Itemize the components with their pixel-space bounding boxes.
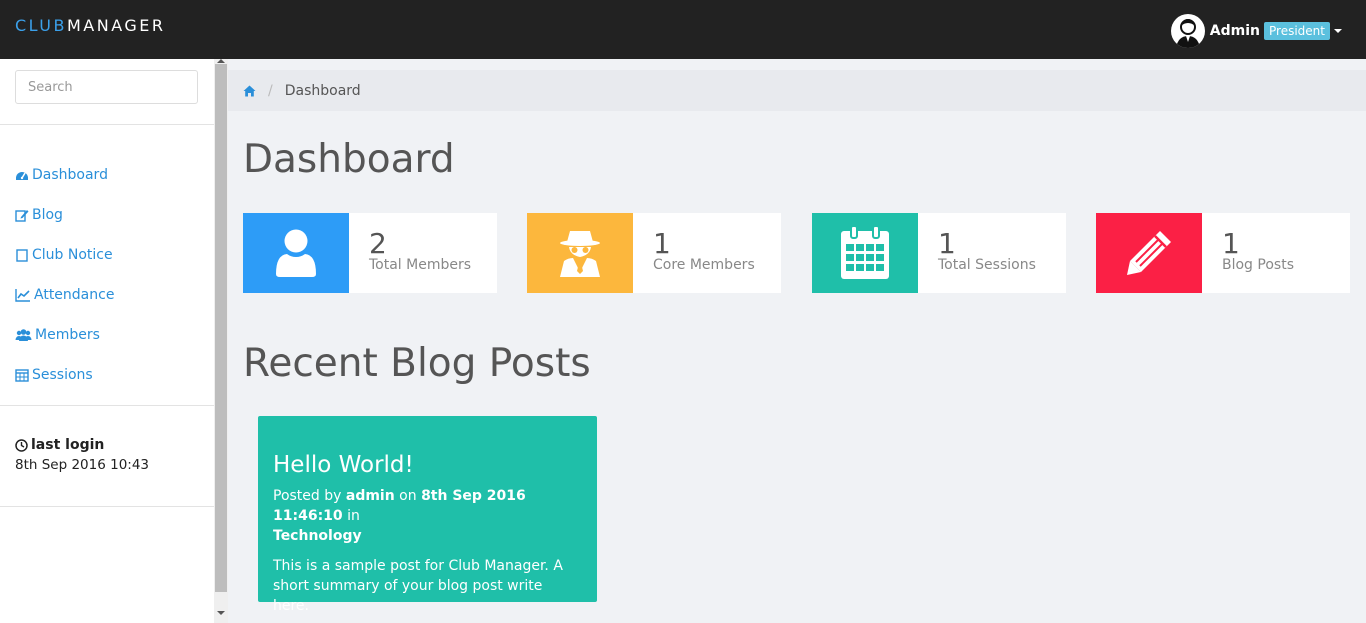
calendar-icon — [841, 225, 889, 279]
stat-value: 1 — [1222, 227, 1240, 260]
stat-card-total-members[interactable]: 2 Total Members — [243, 213, 497, 293]
stat-label: Core Members — [653, 257, 755, 273]
post-meta-prefix: Posted by — [273, 488, 342, 504]
calendar-icon — [15, 369, 29, 382]
post-meta-on: on — [399, 488, 417, 504]
avatar — [1170, 14, 1205, 48]
brand-part-club: CLUB — [15, 16, 67, 35]
sidebar-nav: Dashboard Blog Club Notice Attendance Me… — [15, 155, 114, 395]
sidebar-item-sessions[interactable]: Sessions — [15, 355, 114, 395]
post-meta: Posted by admin on 8th Sep 2016 11:46:10… — [273, 486, 582, 546]
user-icon — [276, 229, 316, 277]
clock-icon — [15, 438, 28, 452]
sidebar-item-dashboard[interactable]: Dashboard — [15, 155, 114, 195]
sidebar-item-attendance[interactable]: Attendance — [15, 275, 114, 315]
sidebar-item-label: Sessions — [32, 367, 93, 383]
recent-blog-posts-title: Recent Blog Posts — [243, 341, 591, 386]
post-summary: This is a sample post for Club Manager. … — [273, 558, 563, 614]
role-badge: President — [1264, 22, 1330, 40]
scroll-thumb[interactable] — [215, 64, 227, 592]
user-menu[interactable]: Admin President — [1170, 14, 1342, 48]
stat-value: 1 — [653, 227, 671, 260]
sidebar-item-members[interactable]: Members — [15, 315, 114, 355]
sidebar-divider — [0, 124, 214, 125]
edit-icon — [15, 210, 29, 222]
user-name: Admin — [1209, 23, 1261, 39]
users-icon — [15, 329, 32, 341]
stat-label: Blog Posts — [1222, 257, 1294, 273]
stat-card-total-sessions[interactable]: 1 Total Sessions — [812, 213, 1066, 293]
last-login-label: last login — [31, 437, 105, 453]
stat-label: Total Sessions — [938, 257, 1036, 273]
blog-post-card[interactable]: Hello World! Posted by admin on 8th Sep … — [258, 416, 597, 614]
post-meta-in: in — [347, 508, 360, 524]
stat-card-blog-posts[interactable]: 1 Blog Posts — [1096, 213, 1350, 293]
last-login-label-row: last login — [15, 437, 149, 453]
user-avatar-icon — [1175, 19, 1200, 48]
sidebar-item-label: Attendance — [34, 287, 115, 303]
breadcrumb-current: Dashboard — [284, 82, 361, 99]
pencil-icon — [1127, 231, 1171, 275]
home-icon[interactable] — [243, 85, 256, 97]
scroll-down-arrow-icon[interactable] — [217, 611, 225, 615]
stat-icon-box — [1096, 213, 1202, 293]
dashboard-icon — [16, 172, 28, 180]
breadcrumb-separator: / — [268, 82, 273, 99]
top-navbar: CLUBMANAGER Admin President — [0, 0, 1366, 59]
last-login: last login 8th Sep 2016 10:43 — [15, 437, 149, 473]
search-input[interactable] — [15, 70, 198, 104]
stat-icon-box — [243, 213, 349, 293]
sidebar-item-blog[interactable]: Blog — [15, 195, 114, 235]
line-chart-icon — [15, 289, 30, 302]
stat-value: 2 — [369, 227, 387, 260]
page-title: Dashboard — [243, 137, 455, 182]
stat-card-core-members[interactable]: 1 Core Members — [527, 213, 781, 293]
sidebar-item-club-notice[interactable]: Club Notice — [15, 235, 114, 275]
sidebar-item-label: Club Notice — [32, 247, 113, 263]
sidebar-item-label: Dashboard — [32, 167, 108, 183]
post-author[interactable]: admin — [346, 488, 395, 504]
sidebar-divider — [0, 405, 214, 406]
spy-icon — [560, 231, 600, 277]
sidebar: Dashboard Blog Club Notice Attendance — [0, 59, 214, 623]
post-title[interactable]: Hello World! — [273, 452, 582, 478]
sidebar-scrollbar[interactable] — [214, 59, 228, 623]
main-content: / Dashboard Dashboard 2 Total Members 1 … — [228, 59, 1366, 623]
breadcrumb: / Dashboard — [228, 70, 1366, 111]
stat-label: Total Members — [369, 257, 472, 273]
sidebar-item-label: Blog — [32, 207, 63, 223]
sidebar-divider — [0, 506, 214, 507]
stat-icon-box — [527, 213, 633, 293]
last-login-time: 8th Sep 2016 10:43 — [15, 457, 150, 473]
notice-icon — [16, 249, 28, 262]
caret-down-icon — [1334, 29, 1342, 33]
sidebar-item-label: Members — [35, 327, 100, 343]
brand-part-manager: MANAGER — [66, 16, 166, 35]
stat-icon-box — [812, 213, 918, 293]
post-category[interactable]: Technology — [273, 528, 362, 544]
scroll-up-arrow-icon[interactable] — [217, 59, 225, 63]
brand-logo[interactable]: CLUBMANAGER — [15, 16, 166, 35]
stat-value: 1 — [938, 227, 956, 260]
